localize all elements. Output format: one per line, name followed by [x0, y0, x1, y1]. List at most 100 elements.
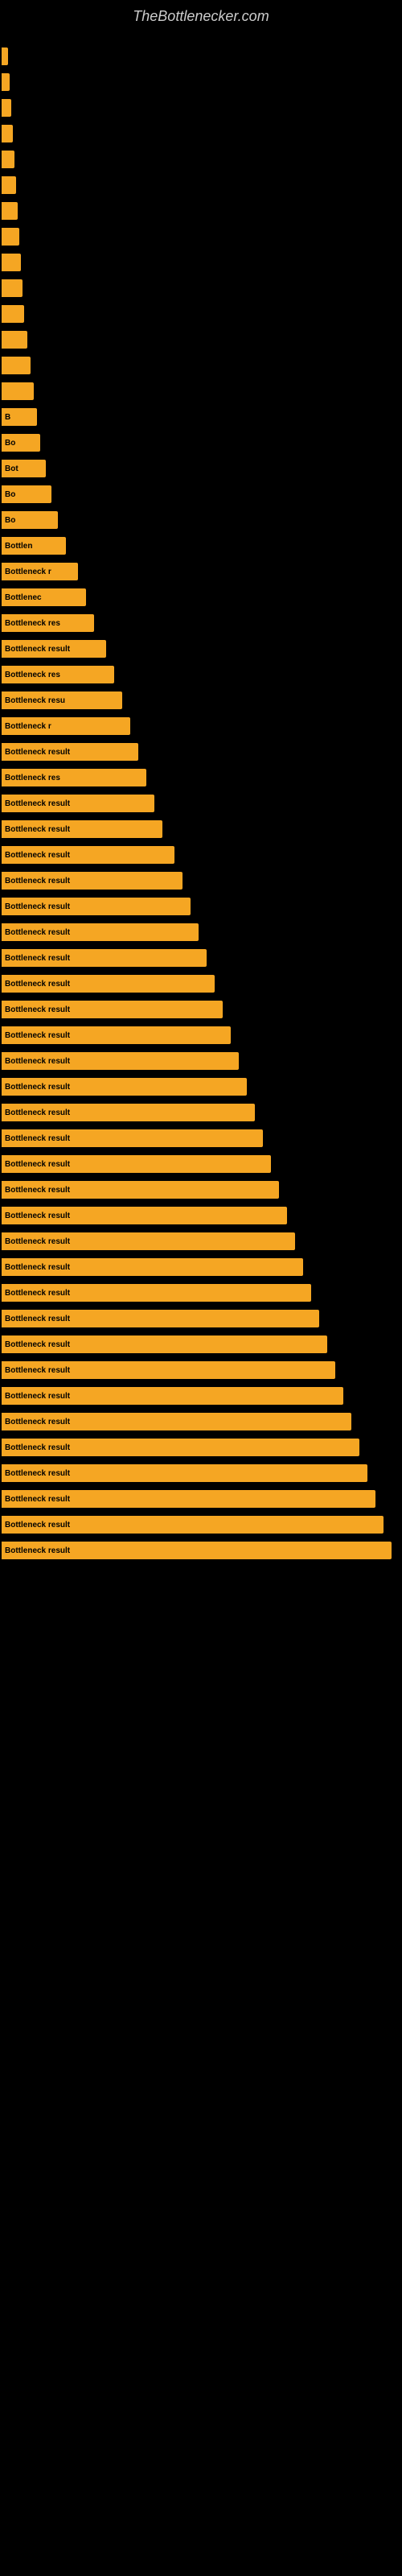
result-bar: Bottleneck result [2, 949, 207, 967]
result-bar: Bottleneck result [2, 1284, 311, 1302]
result-bar: Bottleneck res [2, 769, 146, 786]
bar-label: Bottleneck result [5, 1392, 70, 1401]
bar-row [0, 148, 402, 171]
bar-row: Bottleneck result [0, 792, 402, 815]
bar-label: Bottleneck result [5, 902, 70, 911]
bar-row [0, 354, 402, 377]
bar-label: Bottleneck result [5, 1289, 70, 1298]
bar-label: Bottleneck result [5, 1108, 70, 1117]
bar-label: Bottleneck result [5, 1031, 70, 1040]
bar-row [0, 251, 402, 274]
bar-label: Bottleneck result [5, 1005, 70, 1014]
bar-label: Bottlenec [5, 593, 42, 602]
bar-label: Bottleneck res [5, 774, 60, 782]
result-bar: Bottleneck result [2, 820, 162, 838]
bar-row: Bottleneck result [0, 998, 402, 1021]
bar-label: Bottleneck result [5, 980, 70, 989]
bar-row: Bottleneck result [0, 1153, 402, 1175]
result-bar: Bottleneck res [2, 614, 94, 632]
result-bar: Bottleneck result [2, 872, 183, 890]
bar-row [0, 71, 402, 93]
result-bar: Bottleneck result [2, 1129, 263, 1147]
result-bar: Bottleneck result [2, 640, 106, 658]
result-bar [2, 331, 27, 349]
bar-label: Bottleneck result [5, 928, 70, 937]
bar-row [0, 174, 402, 196]
bar-label: Bottleneck result [5, 954, 70, 963]
bar-row: Bottleneck result [0, 972, 402, 995]
bar-label: Bottleneck result [5, 748, 70, 757]
bar-label: Bottleneck result [5, 1469, 70, 1478]
result-bar [2, 47, 8, 65]
bar-label: Bottleneck result [5, 799, 70, 808]
bar-row: Bo [0, 431, 402, 454]
bar-row: Bottleneck result [0, 1230, 402, 1253]
bar-row: Bottleneck res [0, 766, 402, 789]
result-bar: Bottleneck result [2, 1490, 375, 1508]
result-bar [2, 202, 18, 220]
bar-label: Bottleneck r [5, 722, 51, 731]
bar-row [0, 97, 402, 119]
bar-row [0, 303, 402, 325]
bar-label: Bottleneck res [5, 619, 60, 628]
result-bar [2, 176, 16, 194]
result-bar: Bot [2, 460, 46, 477]
site-title: TheBottlenecker.com [0, 0, 402, 29]
bar-label: B [5, 413, 10, 422]
bar-label: Bottleneck result [5, 1443, 70, 1452]
result-bar: Bottleneck result [2, 1439, 359, 1456]
result-bar: Bottleneck result [2, 1181, 279, 1199]
bar-label: Bottleneck result [5, 1160, 70, 1169]
result-bar [2, 279, 23, 297]
bar-row: Bottleneck result [0, 844, 402, 866]
bar-label: Bottleneck result [5, 1521, 70, 1530]
site-title-container: TheBottlenecker.com [0, 0, 402, 29]
bar-label: Bottleneck result [5, 1212, 70, 1220]
result-bar: Bo [2, 511, 58, 529]
bar-label: Bottleneck res [5, 671, 60, 679]
bar-row: Bottleneck result [0, 1179, 402, 1201]
result-bar [2, 125, 13, 142]
bar-row: Bottleneck result [0, 1204, 402, 1227]
bar-label: Bottlen [5, 542, 32, 551]
bar-row: Bottleneck result [0, 1359, 402, 1381]
bar-row: Bottleneck r [0, 560, 402, 583]
result-bar [2, 99, 11, 117]
bar-label: Bottleneck result [5, 1315, 70, 1323]
result-bar [2, 151, 14, 168]
result-bar: Bottleneck result [2, 1052, 239, 1070]
bar-row: Bo [0, 509, 402, 531]
result-bar: Bottleneck result [2, 1078, 247, 1096]
bar-row: Bottleneck result [0, 1050, 402, 1072]
result-bar: Bottleneck result [2, 1361, 335, 1379]
bar-label: Bottleneck r [5, 568, 51, 576]
bar-row: Bottleneck result [0, 1513, 402, 1536]
bar-row [0, 380, 402, 402]
bar-row: Bottleneck result [0, 1024, 402, 1046]
bar-label: Bottleneck result [5, 1057, 70, 1066]
bar-label: Bottleneck result [5, 1134, 70, 1143]
bar-row: Bottleneck result [0, 741, 402, 763]
result-bar: B [2, 408, 37, 426]
bar-row: Bot [0, 457, 402, 480]
bar-row: Bottleneck result [0, 1127, 402, 1150]
bar-row: Bottleneck result [0, 1101, 402, 1124]
bar-label: Bottleneck result [5, 851, 70, 860]
result-bar: Bottlen [2, 537, 66, 555]
result-bar: Bottleneck result [2, 795, 154, 812]
bar-label: Bottleneck result [5, 1418, 70, 1426]
bar-label: Bottleneck result [5, 877, 70, 886]
bar-row: Bottleneck result [0, 1488, 402, 1510]
bar-row [0, 122, 402, 145]
bar-row: Bottleneck result [0, 947, 402, 969]
bar-row: Bottleneck result [0, 1410, 402, 1433]
bar-label: Bottleneck result [5, 825, 70, 834]
bar-row: Bottleneck result [0, 1333, 402, 1356]
result-bar: Bottleneck result [2, 1001, 223, 1018]
result-bar: Bottleneck result [2, 1026, 231, 1044]
bar-label: Bottleneck result [5, 1237, 70, 1246]
bar-label: Bottleneck resu [5, 696, 65, 705]
result-bar: Bottleneck r [2, 717, 130, 735]
bar-row: Bottlenec [0, 586, 402, 609]
result-bar: Bottleneck result [2, 743, 138, 761]
